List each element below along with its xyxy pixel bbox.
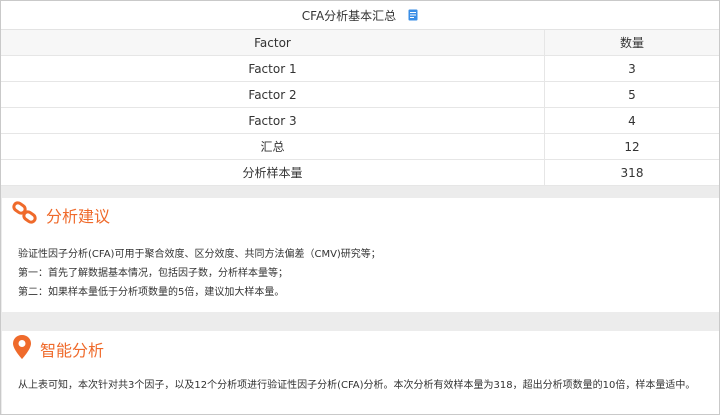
advice-title: 分析建议: [46, 207, 111, 226]
advice-header: 分析建议: [2, 200, 719, 230]
table-title-bar: CFA分析基本汇总: [1, 1, 719, 30]
count-cell: 318: [544, 159, 719, 186]
factor-cell: Factor 1: [1, 55, 545, 82]
advice-line: 验证性因子分析(CFA)可用于聚合效度、区分效度、共同方法偏差（CMV)研究等；: [18, 249, 381, 260]
table-row: Factor 3 4: [1, 107, 719, 134]
count-cell: 12: [544, 133, 719, 160]
factor-cell: Factor 3: [1, 107, 545, 134]
count-cell: 3: [544, 55, 719, 82]
table-row: 汇总 12: [1, 133, 719, 160]
table-row: Factor 2 5: [1, 81, 719, 108]
factor-cell: 汇总: [1, 133, 545, 160]
column-header-factor: Factor: [1, 30, 545, 56]
report-frame: CFA分析基本汇总 Factor 数量 Factor 1 3 Factor 2: [0, 0, 720, 415]
advice-line: 第二：如果样本量低于分析项数量的5倍，建议加大样本量。: [18, 287, 285, 298]
location-pin-icon: [12, 334, 32, 364]
count-cell: 5: [544, 81, 719, 108]
smart-text: 从上表可知，本次针对共3个因子，以及12个分析项进行验证性因子分析(CFA)分析…: [2, 376, 719, 395]
smart-title: 智能分析: [40, 341, 105, 360]
smart-analysis-card: 智能分析 从上表可知，本次针对共3个因子，以及12个分析项进行验证性因子分析(C…: [2, 331, 719, 414]
advice-text: 验证性因子分析(CFA)可用于聚合效度、区分效度、共同方法偏差（CMV)研究等；…: [2, 245, 719, 302]
table-row: 分析样本量 318: [1, 159, 719, 186]
factor-cell: 分析样本量: [1, 159, 545, 186]
factor-cell: Factor 2: [1, 81, 545, 108]
count-cell: 4: [544, 107, 719, 134]
table-header-row: Factor 数量: [1, 30, 719, 56]
column-header-count: 数量: [544, 30, 719, 56]
cfa-summary-table: Factor 数量 Factor 1 3 Factor 2 5 Factor 3…: [1, 30, 719, 186]
document-icon[interactable]: [408, 9, 418, 21]
chain-link-icon: [12, 201, 38, 229]
smart-header: 智能分析: [2, 334, 719, 364]
advice-line: 第一：首先了解数据基本情况，包括因子数，分析样本量等；: [18, 268, 288, 279]
analysis-advice-card: 分析建议 验证性因子分析(CFA)可用于聚合效度、区分效度、共同方法偏差（CMV…: [2, 198, 719, 312]
table-title: CFA分析基本汇总: [301, 8, 397, 23]
table-row: Factor 1 3: [1, 55, 719, 82]
smart-line: 从上表可知，本次针对共3个因子，以及12个分析项进行验证性因子分析(CFA)分析…: [18, 380, 696, 391]
